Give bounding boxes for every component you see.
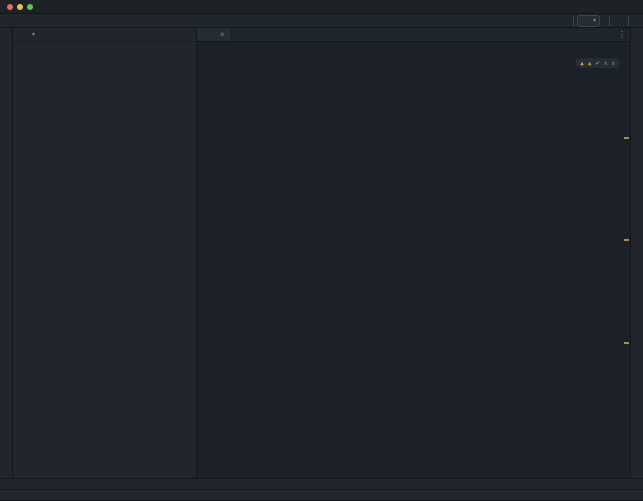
hide-panel-button[interactable] <box>180 29 192 41</box>
minimize-window-icon[interactable] <box>17 4 23 10</box>
sync-status[interactable] <box>619 491 630 500</box>
left-tool-stripe <box>0 28 13 478</box>
collapse-all-button[interactable] <box>132 29 144 41</box>
code-editor[interactable]: ▲ ▲ ✔ ∧ ∨ <box>197 42 630 478</box>
editor-area: × ⋮ ▲ ▲ ✔ ∧ ∨ <box>197 28 630 478</box>
settings-gear-icon[interactable] <box>164 29 176 41</box>
project-tool-window: ▾ <box>13 28 197 478</box>
right-tool-stripe <box>630 28 643 478</box>
scrollbar-warning-mark <box>624 137 629 139</box>
project-panel-header: ▾ <box>13 28 196 42</box>
window-titlebar <box>0 0 643 14</box>
chevron-down-icon: ▾ <box>593 17 596 24</box>
main-toolbar: ▾ <box>0 14 643 28</box>
editor-tab-bar: × ⋮ <box>197 28 630 42</box>
close-tab-icon[interactable]: × <box>220 30 225 39</box>
inspections-widget[interactable]: ▲ ▲ ✔ ∧ ∨ <box>575 58 620 68</box>
lock-icon[interactable] <box>581 489 593 501</box>
terminal-status-icon[interactable] <box>6 489 18 501</box>
chevron-down-icon[interactable]: ▾ <box>32 31 35 38</box>
scrollbar-warning-mark <box>624 342 629 344</box>
select-opened-file-button[interactable] <box>116 29 128 41</box>
editor-options-icon[interactable]: ⋮ <box>614 30 630 39</box>
close-window-icon[interactable] <box>7 4 13 10</box>
event-log-status-icon <box>627 480 635 488</box>
event-log-button[interactable] <box>627 480 637 488</box>
traffic-lights[interactable] <box>7 4 33 10</box>
git-branch-icon <box>563 491 572 500</box>
run-configuration-select[interactable]: ▾ <box>577 15 600 27</box>
spring-boot-class-icon <box>203 30 212 39</box>
next-problem-icon[interactable]: ∨ <box>611 60 615 67</box>
project-icon <box>17 30 26 39</box>
status-bar <box>0 489 643 500</box>
git-branch[interactable] <box>563 491 574 500</box>
project-tree <box>13 42 196 478</box>
spring-boot-icon <box>581 17 589 25</box>
tool-window-bar <box>0 478 643 489</box>
keyboard-icon[interactable] <box>516 489 528 501</box>
notifications-icon[interactable] <box>600 489 612 501</box>
scrollbar-warning-mark <box>624 239 629 241</box>
tab-quickforumapplication[interactable]: × <box>197 28 232 41</box>
plugin-status-icon <box>619 491 628 500</box>
maximize-window-icon[interactable] <box>27 4 33 10</box>
prev-problem-icon[interactable]: ∧ <box>604 60 608 67</box>
view-options-button[interactable] <box>148 29 160 41</box>
